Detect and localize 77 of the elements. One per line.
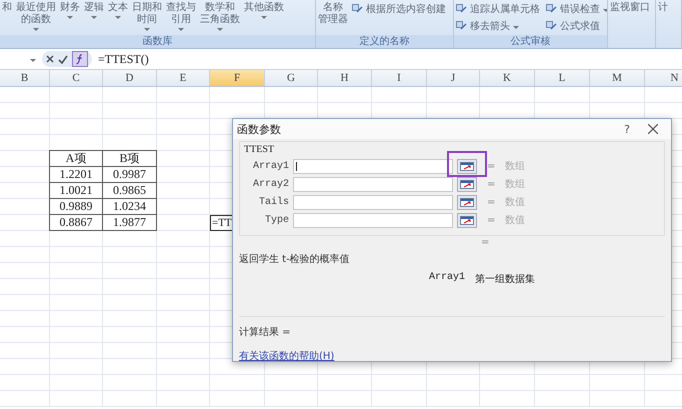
column-header[interactable]: K [480, 70, 535, 86]
argument-hint: 数组 [505, 160, 526, 173]
ribbon-button[interactable]: 根据所选内容创建 [352, 2, 446, 16]
range-select-button[interactable] [457, 194, 477, 210]
cancel-icon[interactable] [46, 55, 54, 63]
active-cell[interactable]: =TT [210, 215, 234, 231]
column-header[interactable]: H [318, 70, 372, 86]
argument-description: 第一组数据集 [475, 273, 535, 286]
ribbon-button[interactable]: 最近使用 的函数 [16, 0, 56, 31]
ribbon-button[interactable]: 日期和 时间 [132, 0, 162, 31]
column-header[interactable]: L [535, 70, 590, 86]
function-name: TTEST [244, 144, 275, 155]
ribbon-button[interactable]: 移去箭头 [456, 19, 540, 33]
equals-sign: = [481, 237, 490, 248]
formula-text[interactable]: =TTEST() [98, 52, 149, 66]
table-arrow-icon [456, 21, 467, 31]
ribbon-button[interactable]: 其他函数 [244, 0, 284, 19]
argument-label: Type [264, 214, 289, 226]
column-header[interactable]: D [103, 70, 157, 86]
range-select-button[interactable] [457, 212, 477, 228]
help-button[interactable]: ? [615, 122, 639, 136]
close-icon [648, 124, 658, 134]
table-cell: 1.9877 [102, 214, 157, 231]
table-arrow-icon [456, 4, 467, 14]
input-field[interactable] [293, 158, 453, 174]
group-label: 定义的名称 [316, 35, 453, 48]
range-select-button[interactable] [457, 158, 477, 174]
range-select-button[interactable] [457, 176, 477, 192]
table-cell: 0.8867 [49, 214, 103, 231]
argument-hint: 数值 [505, 214, 526, 227]
column-header[interactable]: M [590, 70, 645, 86]
function-description: 返回学生 t-检验的概率值 [239, 252, 351, 266]
ribbon-button[interactable]: 文本 [108, 0, 128, 19]
dialog-title: 函数参数 [237, 122, 282, 136]
ribbon-button[interactable]: 计 [658, 0, 668, 14]
ribbon-button[interactable]: 逻辑 [84, 0, 104, 19]
column-header-cell: A项 [49, 150, 103, 167]
input-field[interactable] [293, 176, 453, 192]
argument-label: Tails [258, 196, 289, 208]
group-label: 函数库 [0, 35, 315, 48]
caret-icon[interactable] [30, 58, 36, 62]
ribbon-button[interactable]: 公式求值 [546, 19, 607, 33]
argument-label: Array1 [252, 160, 289, 172]
column-header-cell: B项 [102, 150, 157, 167]
table-arrow-icon [546, 4, 557, 14]
column-header[interactable]: C [50, 70, 103, 86]
equals-sign: = [487, 214, 496, 226]
table-arrow-icon [546, 21, 557, 31]
ribbon-button[interactable]: 数学和 三角函数 [200, 0, 240, 31]
column-header[interactable]: G [265, 70, 318, 86]
column-header[interactable]: F [210, 70, 265, 86]
ribbon-button[interactable]: 和 [2, 0, 12, 14]
ribbon-button[interactable]: 财务 [60, 0, 80, 19]
equals-sign: = [487, 196, 496, 208]
ribbon-button[interactable]: 监视窗口 [610, 0, 650, 14]
column-header[interactable]: N [645, 70, 682, 86]
help-link[interactable]: 有关该函数的帮助(H) [239, 349, 334, 363]
argument-label: Array2 [252, 178, 289, 190]
argument-hint: 数值 [505, 196, 526, 209]
column-header[interactable]: B [0, 70, 50, 86]
ribbon-button[interactable]: 追踪从属单元格 [456, 2, 540, 16]
ribbon-button[interactable]: 查找与 引用 [166, 0, 196, 31]
column-header[interactable]: I [372, 70, 427, 86]
function-icon[interactable] [72, 51, 88, 67]
input-field[interactable] [293, 194, 453, 210]
check-icon[interactable] [58, 54, 68, 64]
ribbon-button[interactable]: 错误检查 [546, 2, 607, 16]
table-arrow-icon [352, 4, 363, 14]
argument-name: Array1 [428, 272, 465, 285]
result-label: 计算结果 = [239, 326, 292, 339]
ribbon-button[interactable]: 名称 管理器 [318, 0, 348, 26]
equals-sign: = [487, 160, 496, 172]
input-field[interactable] [293, 212, 453, 228]
column-header[interactable]: J [427, 70, 480, 86]
equals-sign: = [487, 178, 496, 190]
group-label: 公式审核 [454, 35, 607, 48]
argument-hint: 数组 [505, 178, 526, 191]
